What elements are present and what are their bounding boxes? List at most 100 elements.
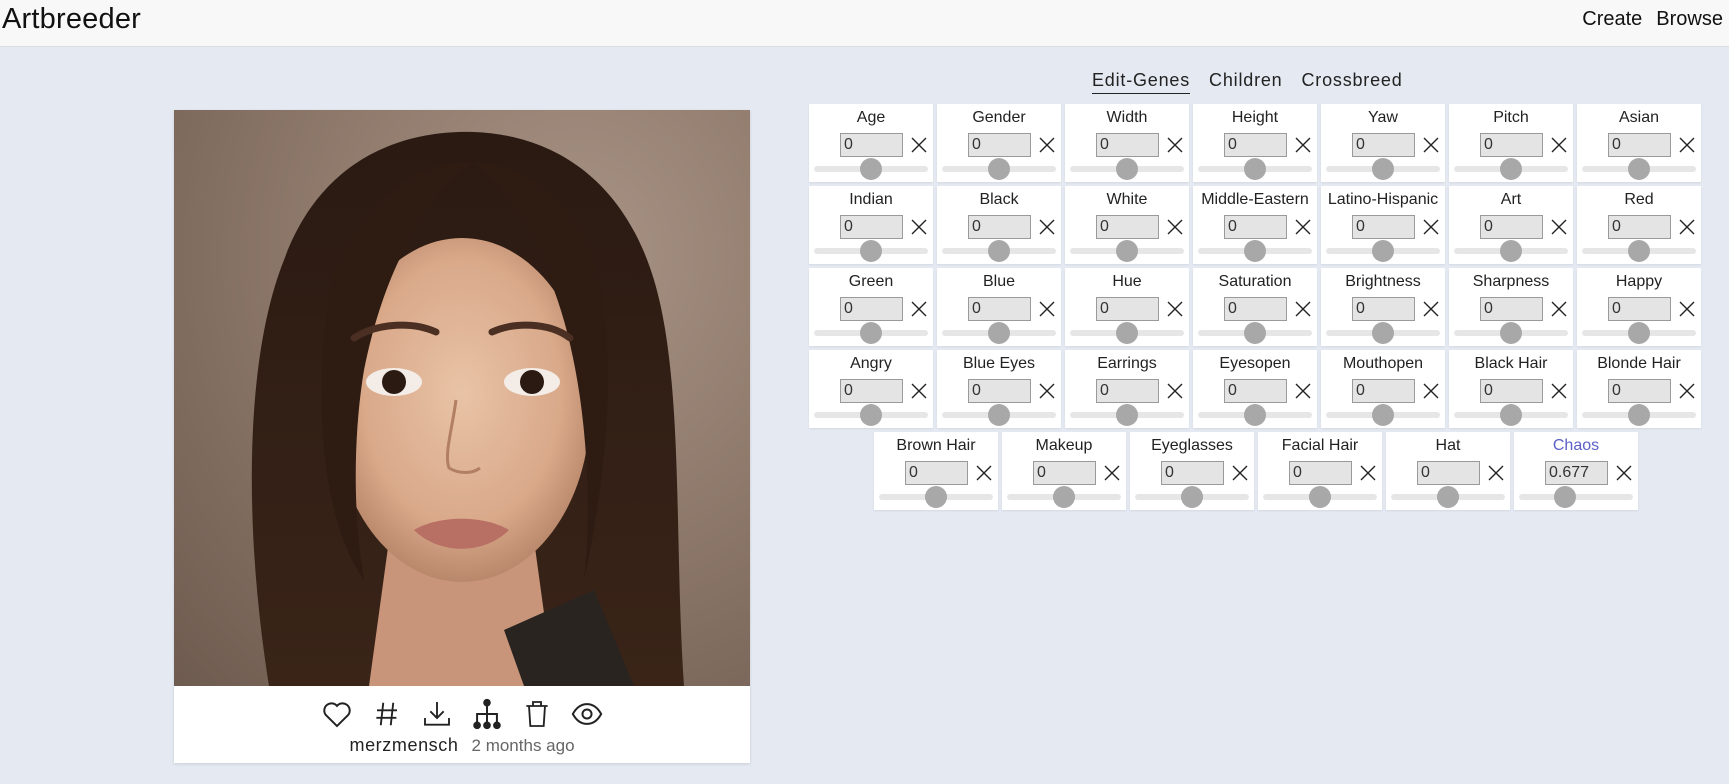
- gene-value-input[interactable]: [1096, 133, 1159, 157]
- close-icon[interactable]: [909, 135, 929, 155]
- gene-slider-thumb[interactable]: [988, 158, 1010, 180]
- gene-slider-thumb[interactable]: [1500, 158, 1522, 180]
- brand-logo[interactable]: Artbreeder: [2, 3, 141, 36]
- close-icon[interactable]: [1037, 299, 1057, 319]
- close-icon[interactable]: [1549, 217, 1569, 237]
- gene-slider-thumb[interactable]: [1244, 404, 1266, 426]
- gene-slider-thumb[interactable]: [1500, 404, 1522, 426]
- gene-slider-thumb[interactable]: [1628, 158, 1650, 180]
- tab-crossbreed[interactable]: Crossbreed: [1301, 70, 1402, 94]
- gene-value-input[interactable]: [1480, 215, 1543, 239]
- gene-slider-thumb[interactable]: [1309, 486, 1331, 508]
- close-icon[interactable]: [1037, 217, 1057, 237]
- gene-value-input[interactable]: [1417, 461, 1480, 485]
- download-icon[interactable]: [419, 696, 455, 732]
- gene-slider-thumb[interactable]: [860, 404, 882, 426]
- gene-slider-thumb[interactable]: [1116, 322, 1138, 344]
- gene-value-input[interactable]: [1480, 133, 1543, 157]
- gene-value-input[interactable]: [840, 379, 903, 403]
- gene-slider-thumb[interactable]: [1553, 486, 1576, 508]
- close-icon[interactable]: [1165, 381, 1185, 401]
- gene-value-input[interactable]: [1096, 379, 1159, 403]
- close-icon[interactable]: [1293, 381, 1313, 401]
- gene-slider-track[interactable]: [1519, 494, 1633, 500]
- tab-edit-genes[interactable]: Edit-Genes: [1092, 70, 1191, 94]
- gene-slider-thumb[interactable]: [1244, 240, 1266, 262]
- close-icon[interactable]: [1677, 299, 1697, 319]
- close-icon[interactable]: [1165, 135, 1185, 155]
- gene-slider-thumb[interactable]: [1116, 240, 1138, 262]
- close-icon[interactable]: [909, 381, 929, 401]
- gene-value-input[interactable]: [1480, 297, 1543, 321]
- gene-slider-thumb[interactable]: [1181, 486, 1203, 508]
- close-icon[interactable]: [1421, 299, 1441, 319]
- gene-value-input[interactable]: [1224, 379, 1287, 403]
- gene-value-input[interactable]: [1224, 133, 1287, 157]
- close-icon[interactable]: [1293, 299, 1313, 319]
- gene-slider-thumb[interactable]: [1372, 322, 1394, 344]
- gene-value-input[interactable]: [1033, 461, 1096, 485]
- close-icon[interactable]: [1293, 217, 1313, 237]
- author-link[interactable]: merzmensch: [349, 735, 458, 755]
- gene-slider-thumb[interactable]: [1500, 240, 1522, 262]
- gene-value-input[interactable]: [1480, 379, 1543, 403]
- close-icon[interactable]: [1549, 135, 1569, 155]
- gene-value-input[interactable]: [1096, 297, 1159, 321]
- gene-value-input[interactable]: [1352, 379, 1415, 403]
- close-icon[interactable]: [1102, 463, 1122, 483]
- close-icon[interactable]: [1358, 463, 1378, 483]
- gene-slider-thumb[interactable]: [1244, 322, 1266, 344]
- nav-create-link[interactable]: Create: [1582, 8, 1642, 31]
- gene-slider-thumb[interactable]: [988, 322, 1010, 344]
- gene-value-input[interactable]: [1224, 297, 1287, 321]
- close-icon[interactable]: [1165, 217, 1185, 237]
- gene-slider-thumb[interactable]: [988, 240, 1010, 262]
- gene-slider-thumb[interactable]: [1053, 486, 1075, 508]
- gene-value-input[interactable]: [840, 297, 903, 321]
- close-icon[interactable]: [1421, 381, 1441, 401]
- gene-slider-thumb[interactable]: [1628, 240, 1650, 262]
- gene-slider-thumb[interactable]: [860, 322, 882, 344]
- gene-value-input[interactable]: [1545, 461, 1608, 485]
- eye-icon[interactable]: [569, 696, 605, 732]
- close-icon[interactable]: [1614, 463, 1634, 483]
- gene-value-input[interactable]: [905, 461, 968, 485]
- close-icon[interactable]: [1421, 217, 1441, 237]
- gene-slider-thumb[interactable]: [1116, 158, 1138, 180]
- trash-icon[interactable]: [519, 696, 555, 732]
- gene-slider-thumb[interactable]: [860, 158, 882, 180]
- close-icon[interactable]: [1293, 135, 1313, 155]
- gene-value-input[interactable]: [1161, 461, 1224, 485]
- gene-value-input[interactable]: [968, 297, 1031, 321]
- family-tree-icon[interactable]: [469, 696, 505, 732]
- portrait-image[interactable]: [174, 110, 750, 686]
- gene-slider-thumb[interactable]: [1372, 158, 1394, 180]
- gene-slider-thumb[interactable]: [925, 486, 947, 508]
- close-icon[interactable]: [1486, 463, 1506, 483]
- close-icon[interactable]: [1677, 381, 1697, 401]
- gene-slider-thumb[interactable]: [1500, 322, 1522, 344]
- gene-value-input[interactable]: [1352, 297, 1415, 321]
- gene-slider-thumb[interactable]: [1372, 404, 1394, 426]
- gene-value-input[interactable]: [968, 133, 1031, 157]
- gene-slider-thumb[interactable]: [1244, 158, 1266, 180]
- gene-value-input[interactable]: [1096, 215, 1159, 239]
- gene-slider-thumb[interactable]: [1628, 404, 1650, 426]
- gene-slider-thumb[interactable]: [860, 240, 882, 262]
- gene-value-input[interactable]: [1289, 461, 1352, 485]
- gene-value-input[interactable]: [840, 215, 903, 239]
- hash-icon[interactable]: [369, 696, 405, 732]
- close-icon[interactable]: [1165, 299, 1185, 319]
- gene-slider-thumb[interactable]: [1116, 404, 1138, 426]
- nav-browse-link[interactable]: Browse: [1656, 8, 1723, 31]
- gene-value-input[interactable]: [1352, 215, 1415, 239]
- gene-value-input[interactable]: [1608, 133, 1671, 157]
- gene-value-input[interactable]: [1224, 215, 1287, 239]
- gene-slider-thumb[interactable]: [988, 404, 1010, 426]
- close-icon[interactable]: [1421, 135, 1441, 155]
- close-icon[interactable]: [909, 217, 929, 237]
- gene-value-input[interactable]: [968, 379, 1031, 403]
- close-icon[interactable]: [909, 299, 929, 319]
- close-icon[interactable]: [1549, 381, 1569, 401]
- gene-value-input[interactable]: [1608, 297, 1671, 321]
